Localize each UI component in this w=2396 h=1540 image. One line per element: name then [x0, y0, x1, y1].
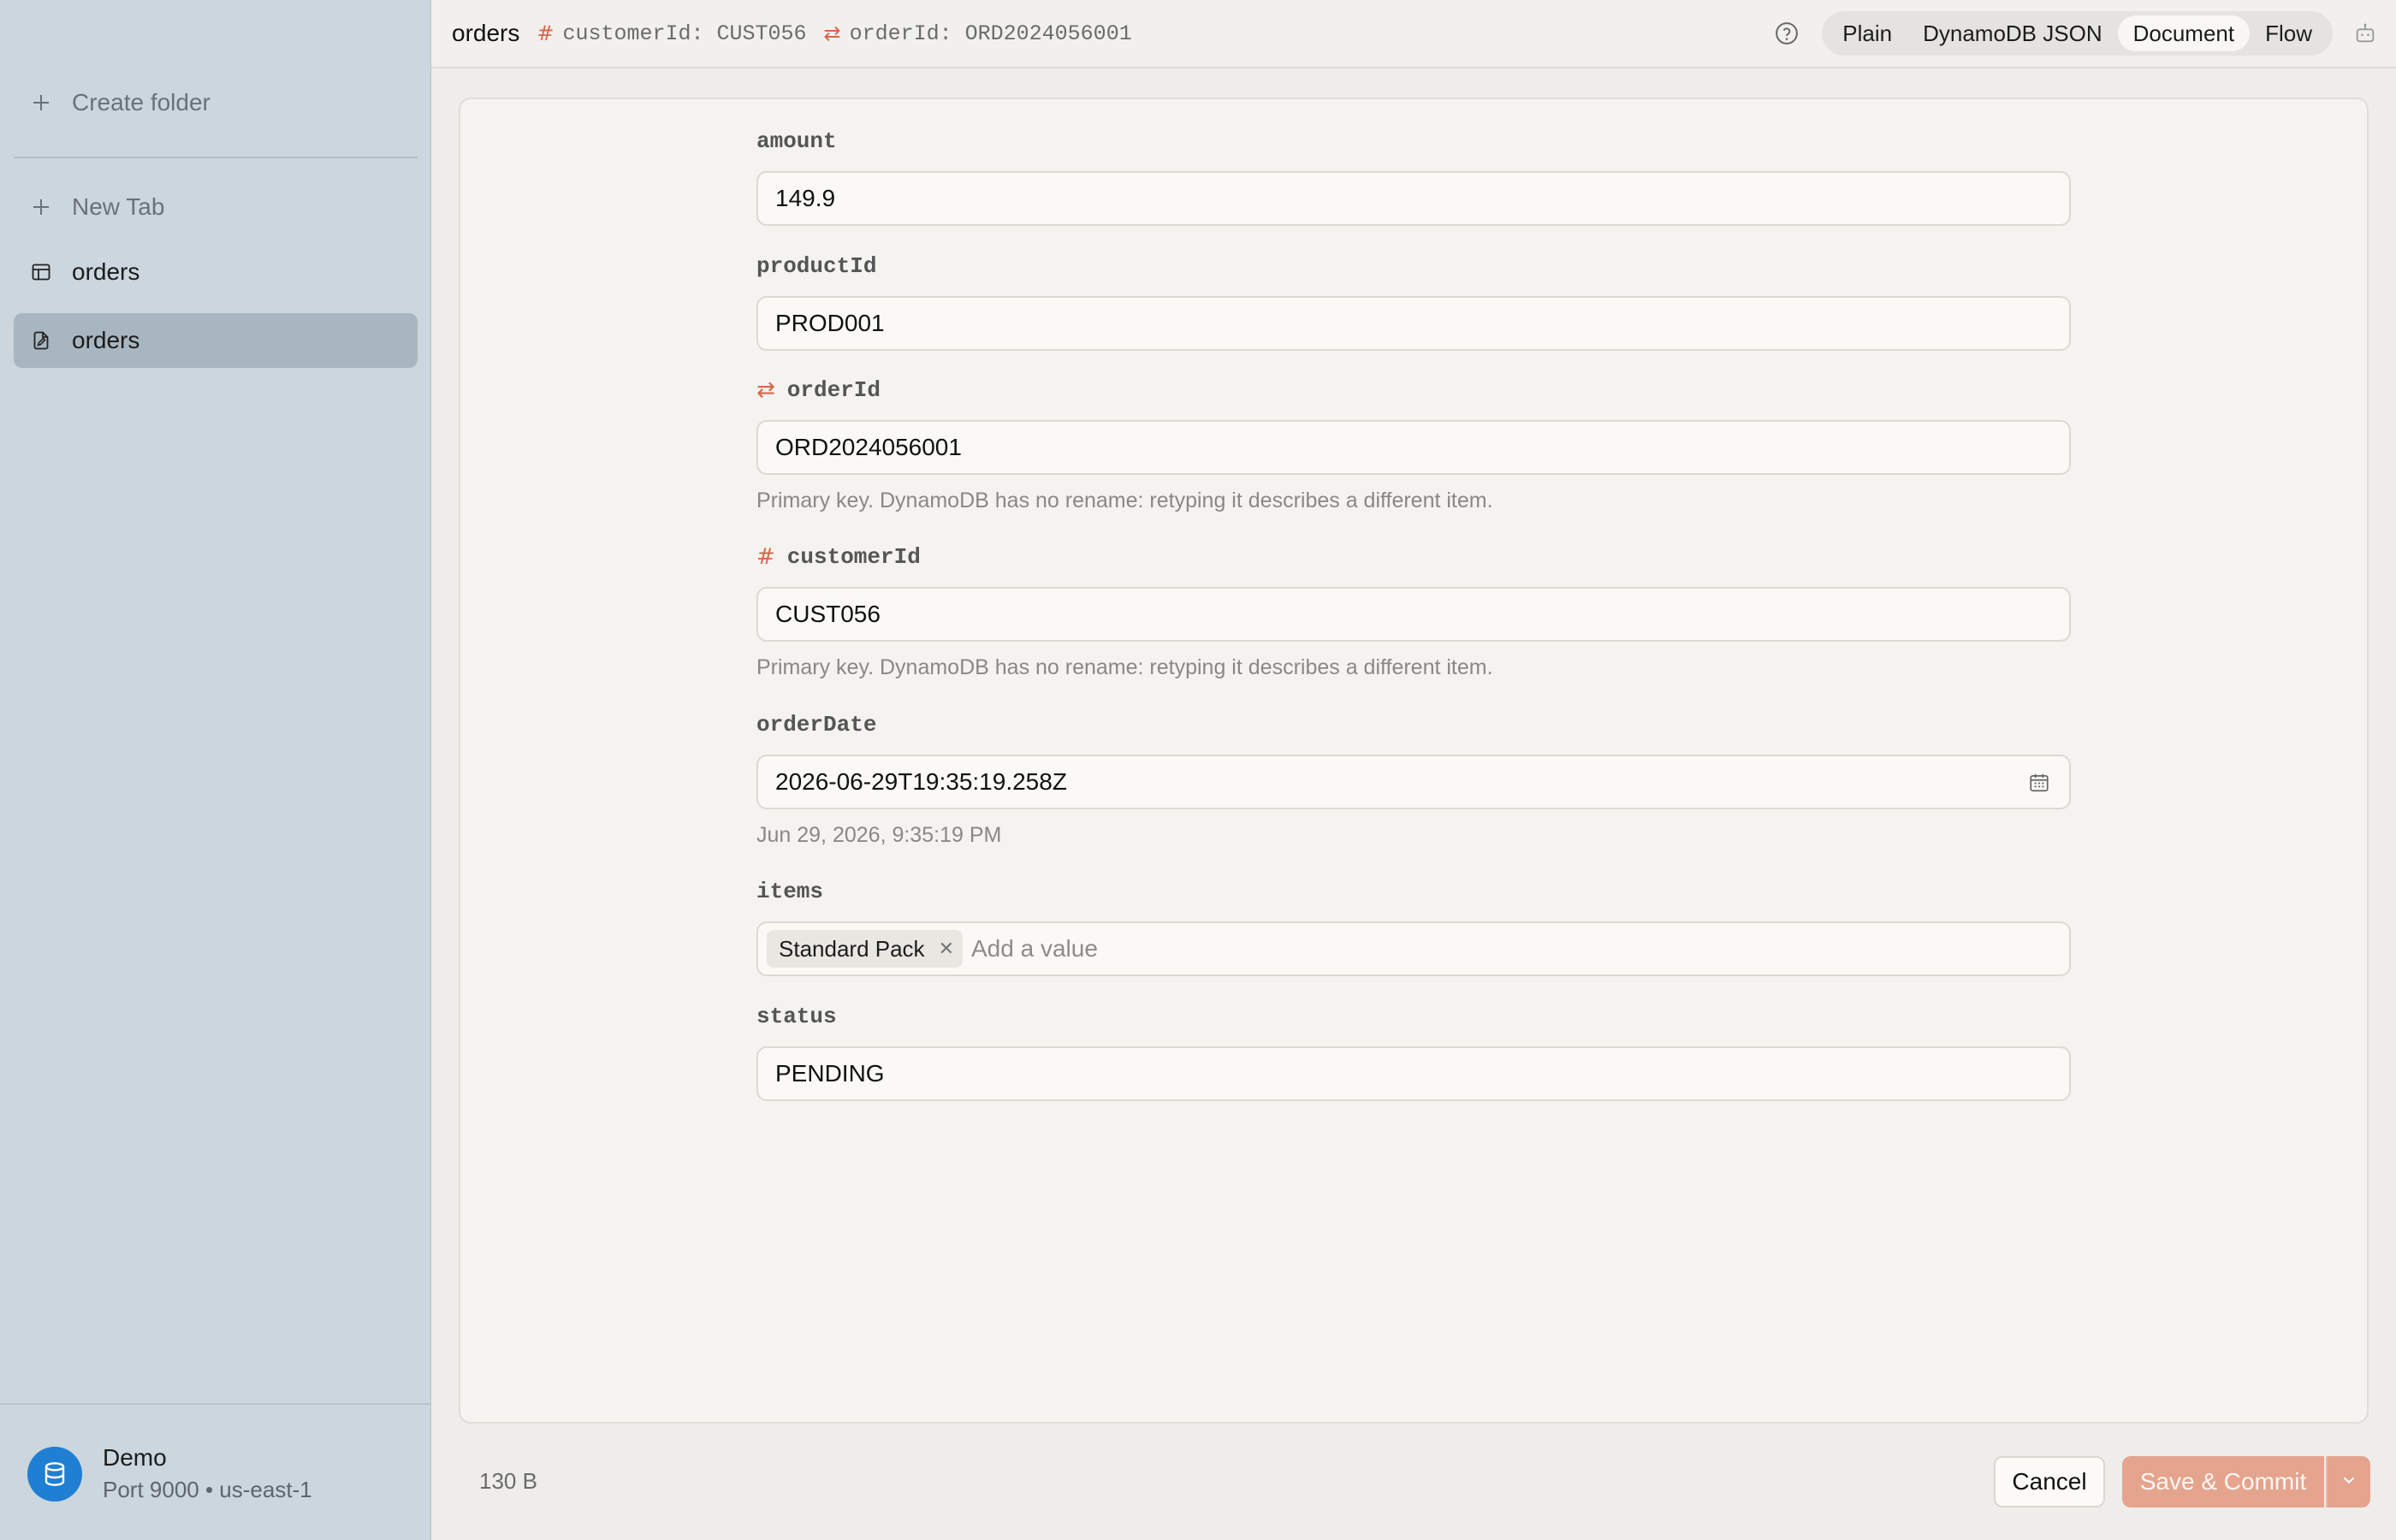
footer-bar: 130 B Cancel Save & Commit [431, 1424, 2396, 1540]
item-size-label: 130 B [479, 1468, 537, 1494]
primary-key-hint: Primary key. DynamoDB has no rename: ret… [756, 655, 1493, 679]
plus-icon [29, 195, 53, 219]
field-status: status PENDING [756, 1004, 2071, 1101]
add-value-placeholder[interactable]: Add a value [971, 935, 1098, 962]
sidebar-divider [14, 157, 418, 158]
sort-key-text: customerId: CUST056 [562, 21, 807, 46]
cancel-button[interactable]: Cancel [1994, 1456, 2105, 1507]
new-tab-button[interactable]: New Tab [14, 180, 418, 234]
save-options-button[interactable] [2326, 1456, 2370, 1507]
tab-document[interactable]: Document [2117, 15, 2251, 51]
page-title: orders [452, 20, 520, 46]
field-productId: productId PROD001 [756, 253, 2071, 351]
plus-icon [29, 91, 53, 115]
connection-account[interactable]: Demo Port 9000 • us-east-1 [27, 1444, 312, 1503]
view-mode-switcher: Plain DynamoDB JSON Document Flow [1822, 11, 2333, 56]
field-items: items Standard Pack ✕ Add a value [756, 879, 2071, 976]
field-label: orderId [786, 377, 881, 403]
productId-input[interactable]: PROD001 [756, 296, 2071, 351]
help-icon[interactable] [1774, 21, 1800, 46]
calendar-icon[interactable] [2028, 772, 2050, 800]
field-label: items [756, 879, 824, 904]
field-orderId: ⇄ orderId ORD2024056001 Primary key. Dyn… [756, 377, 2071, 513]
amount-input[interactable]: 149.9 [756, 171, 2071, 226]
tab-plain[interactable]: Plain [1827, 15, 1907, 51]
sidebar-item-label: orders [72, 327, 140, 353]
swap-arrows-icon: ⇄ [756, 377, 775, 403]
document-edit-icon [29, 329, 53, 352]
sidebar-footer-divider [0, 1403, 431, 1405]
value-chip: Standard Pack ✕ [767, 930, 963, 968]
date-preview: Jun 29, 2026, 9:35:19 PM [756, 823, 1002, 847]
field-label: customerId [786, 544, 921, 570]
header-bar: orders # customerId: CUST056 ⇄ orderId: … [431, 0, 2396, 68]
field-customerId: # customerId CUST056 Primary key. Dynamo… [756, 544, 2071, 680]
robot-icon[interactable] [2353, 21, 2377, 45]
field-amount: amount 149.9 [756, 128, 2071, 226]
field-label: productId [756, 253, 877, 279]
tab-flow[interactable]: Flow [2250, 15, 2328, 51]
sidebar-item-orders-document[interactable]: orders [14, 313, 418, 368]
connection-name: Demo [103, 1444, 167, 1471]
sort-key-chip: # customerId: CUST056 [537, 21, 806, 46]
customerId-input[interactable]: CUST056 [756, 587, 2071, 642]
table-icon [29, 260, 53, 284]
field-label: status [756, 1004, 837, 1029]
primary-key-hint: Primary key. DynamoDB has no rename: ret… [756, 489, 1493, 512]
create-folder-label: Create folder [72, 89, 211, 116]
hash-icon: # [537, 21, 555, 45]
connection-details: Port 9000 • us-east-1 [103, 1477, 312, 1502]
field-label: amount [756, 128, 837, 154]
field-label: orderDate [756, 712, 877, 737]
orderId-input[interactable]: ORD2024056001 [756, 420, 2071, 475]
chevron-down-icon [2340, 1471, 2358, 1494]
sidebar-item-orders-table[interactable]: orders [14, 245, 418, 299]
field-label-row: # customerId [756, 544, 2071, 570]
new-tab-label: New Tab [72, 193, 165, 220]
items-input[interactable]: Standard Pack ✕ Add a value [756, 921, 2071, 976]
orderDate-input[interactable]: 2026-06-29T19:35:19.258Z [756, 755, 2071, 809]
create-folder-button[interactable]: Create folder [14, 75, 418, 130]
hash-icon: # [756, 544, 775, 570]
partition-key-text: orderId: ORD2024056001 [849, 21, 1132, 46]
field-label-row: ⇄ orderId [756, 377, 2071, 403]
status-input[interactable]: PENDING [756, 1046, 2071, 1101]
sidebar: Create folder New Tab orders orders Demo… [0, 0, 431, 1540]
partition-key-chip: ⇄ orderId: ORD2024056001 [824, 21, 1132, 46]
field-orderDate: orderDate 2026-06-29T19:35:19.258Z Jun 2… [756, 712, 2071, 848]
database-icon [27, 1446, 82, 1502]
save-commit-button[interactable]: Save & Commit [2122, 1456, 2324, 1507]
chip-label: Standard Pack [779, 935, 925, 962]
remove-chip-icon[interactable]: ✕ [939, 938, 954, 960]
swap-arrows-icon: ⇄ [823, 21, 841, 45]
sidebar-item-label: orders [72, 258, 140, 285]
orderDate-value: 2026-06-29T19:35:19.258Z [775, 768, 1067, 795]
tab-dynamodb-json[interactable]: DynamoDB JSON [1907, 15, 2118, 51]
